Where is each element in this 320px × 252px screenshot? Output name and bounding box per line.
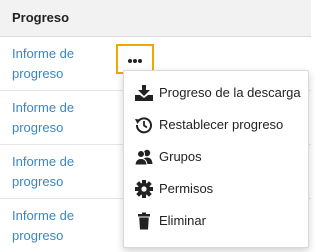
progress-report-link[interactable]: Informe de progreso [12, 152, 107, 192]
table-header: Progreso [0, 0, 311, 37]
progress-table-panel: Progreso Informe de progreso Informe de … [0, 0, 311, 252]
column-header-progreso: Progreso [12, 10, 70, 25]
progress-report-link[interactable]: Informe de progreso [12, 206, 107, 246]
menu-item-label: Grupos [159, 149, 202, 164]
menu-item-groups[interactable]: Grupos [124, 141, 308, 173]
users-icon [134, 148, 154, 166]
more-horizontal-icon-dot [138, 59, 142, 63]
menu-item-permissions[interactable]: Permisos [124, 173, 308, 205]
progress-report-link[interactable]: Informe de progreso [12, 98, 107, 138]
menu-item-delete[interactable]: Eliminar [124, 205, 308, 237]
actions-dropdown-menu: Progreso de la descarga Restablecer prog… [123, 70, 309, 248]
menu-item-label: Progreso de la descarga [159, 85, 301, 100]
download-icon [134, 84, 154, 102]
more-horizontal-icon-dot [133, 59, 137, 63]
history-icon [134, 116, 154, 134]
menu-item-label: Restablecer progreso [159, 117, 284, 132]
progress-report-link[interactable]: Informe de progreso [12, 44, 107, 84]
gear-icon [134, 180, 154, 198]
menu-item-download-progress[interactable]: Progreso de la descarga [124, 77, 308, 109]
menu-item-label: Eliminar [159, 213, 206, 228]
menu-item-label: Permisos [159, 181, 214, 196]
menu-item-reset-progress[interactable]: Restablecer progreso [124, 109, 308, 141]
trash-icon [134, 212, 154, 230]
more-horizontal-icon [128, 59, 132, 63]
